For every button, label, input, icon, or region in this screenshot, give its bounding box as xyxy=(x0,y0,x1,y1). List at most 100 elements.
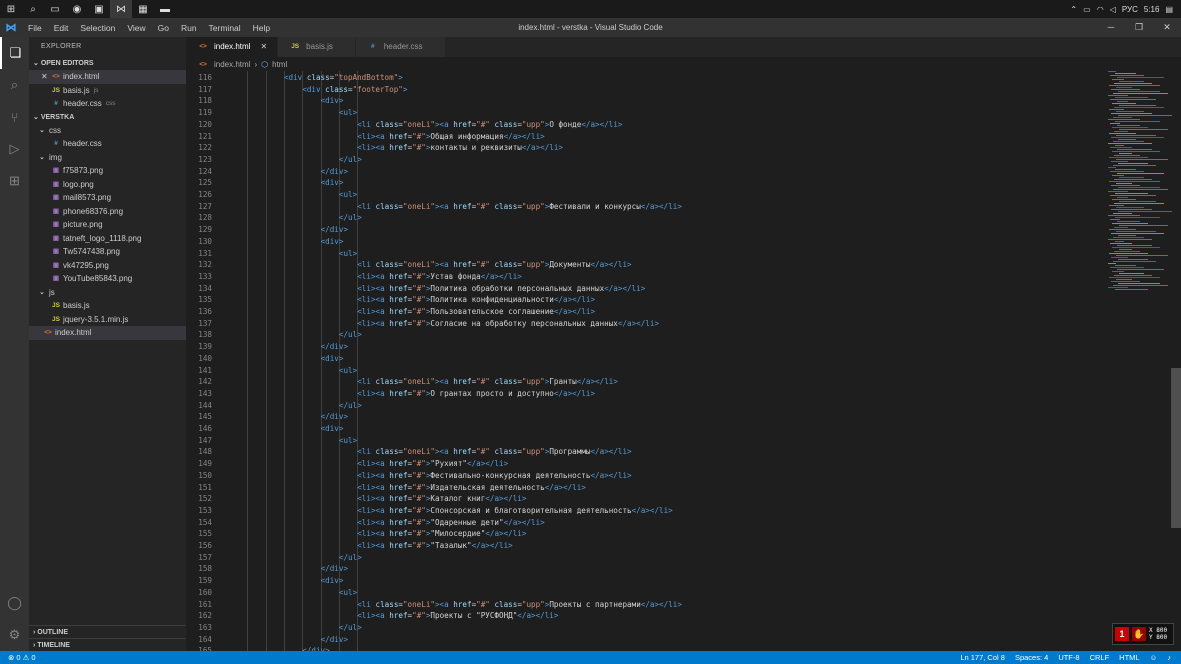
source-control-icon[interactable]: ⑂ xyxy=(0,101,29,133)
restore-icon[interactable]: ❐ xyxy=(1125,18,1153,37)
code-token: </ul> xyxy=(338,330,362,340)
menu-item-selection[interactable]: Selection xyxy=(74,23,121,33)
minimap-line xyxy=(1109,277,1160,278)
menu-item-help[interactable]: Help xyxy=(247,23,276,33)
vscode-icon[interactable]: ⋈ xyxy=(110,0,132,18)
code-token: <div> xyxy=(320,424,344,433)
cursor-position[interactable]: Ln 177, Col 8 xyxy=(960,653,1005,662)
chevron-up-icon[interactable]: ⌃ xyxy=(1070,5,1077,14)
breadcrumb-node[interactable]: html xyxy=(272,60,287,69)
open-editor-item[interactable]: # header.css css xyxy=(29,97,186,111)
minimap-line xyxy=(1112,247,1160,248)
encoding[interactable]: UTF-8 xyxy=(1058,653,1079,662)
extensions-icon[interactable]: ⊞ xyxy=(0,165,29,197)
close-icon[interactable]: ✕ xyxy=(1153,18,1181,37)
open-editor-item[interactable]: ✕ <> index.html xyxy=(29,70,186,84)
gear-icon[interactable]: ⚙ xyxy=(0,619,29,651)
language-indicator[interactable]: РУС xyxy=(1122,5,1138,14)
file-item[interactable]: ▣ mail8573.png xyxy=(29,191,186,205)
wifi-icon[interactable]: ◠ xyxy=(1097,5,1104,14)
run-debug-icon[interactable]: ▷ xyxy=(0,133,29,165)
code-token: href xyxy=(389,283,408,293)
clock[interactable]: 5:16 xyxy=(1144,5,1160,14)
code-token: "oneLi" xyxy=(402,119,435,129)
open-editors-header[interactable]: ⌄ OPEN EDITORS xyxy=(29,57,186,70)
file-item[interactable]: # header.css xyxy=(29,137,186,151)
file-item[interactable]: <> index.html xyxy=(29,326,186,340)
folder-item[interactable]: ⌄ img xyxy=(29,151,186,165)
breadcrumb-file[interactable]: index.html xyxy=(214,60,250,69)
code-token: "#" xyxy=(412,271,426,281)
outline-section[interactable]: › OUTLINE xyxy=(29,625,186,638)
folder-item[interactable]: ⌄ css xyxy=(29,124,186,138)
file-item[interactable]: JS basis.js xyxy=(29,299,186,313)
language-mode[interactable]: HTML xyxy=(1119,653,1139,662)
code-token: <li><a xyxy=(357,307,390,316)
search-icon[interactable]: ⌕ xyxy=(0,69,29,101)
file-name: mail8573.png xyxy=(63,193,112,202)
code-text: <ul> xyxy=(339,107,357,119)
tab-header-css[interactable]: # header.css xyxy=(355,37,446,57)
notification-icon[interactable]: ▤ xyxy=(1165,5,1173,14)
tab-basis-js[interactable]: JS basis.js xyxy=(278,37,356,57)
battery-icon[interactable]: ▭ xyxy=(1083,5,1091,14)
menu-item-view[interactable]: View xyxy=(121,23,151,33)
task-view-icon[interactable]: ▭ xyxy=(44,0,66,18)
file-item[interactable]: ▣ logo.png xyxy=(29,178,186,192)
close-icon[interactable]: ✕ xyxy=(260,37,267,57)
file-item[interactable]: ▣ phone68376.png xyxy=(29,205,186,219)
project-header[interactable]: ⌄ VERSTKA xyxy=(29,111,186,124)
file-item[interactable]: ▣ Tw5747438.png xyxy=(29,245,186,259)
indentation[interactable]: Spaces: 4 xyxy=(1015,653,1048,662)
code-line: 133 <li><a href="#">Устав фонда</a></li> xyxy=(186,271,1106,283)
code-editor[interactable]: 116 <div class="topAndBottom"> 117 <div cla… xyxy=(186,71,1181,651)
line-ending[interactable]: CRLF xyxy=(1090,653,1110,662)
minimap-line xyxy=(1115,193,1148,194)
code-token: "upp" xyxy=(521,201,545,211)
file-item[interactable]: ▣ vk47295.png xyxy=(29,259,186,273)
vertical-scrollbar[interactable] xyxy=(1171,368,1181,528)
minimize-icon[interactable]: ─ xyxy=(1097,18,1125,37)
file-item[interactable]: ▣ picture.png xyxy=(29,218,186,232)
app-icon[interactable]: ▦ xyxy=(132,0,154,18)
file-item[interactable]: ▣ f75873.png xyxy=(29,164,186,178)
code-token: class xyxy=(375,599,399,609)
explorer-sidebar: EXPLORER ⌄ OPEN EDITORS ✕ <> index.html JS b… xyxy=(29,37,186,651)
pycharm-icon[interactable]: ▣ xyxy=(88,0,110,18)
code-token: class xyxy=(494,447,518,457)
menu-item-go[interactable]: Go xyxy=(152,23,175,33)
menu-item-file[interactable]: File xyxy=(22,23,48,33)
tab-index-html[interactable]: <> index.html ✕ xyxy=(186,37,279,57)
file-item[interactable]: ▣ tatneft_logo_1118.png xyxy=(29,232,186,246)
code-text: <div> xyxy=(321,177,344,189)
menu-item-edit[interactable]: Edit xyxy=(48,23,75,33)
bell-icon[interactable]: ♪ xyxy=(1167,653,1171,662)
search-icon[interactable]: ⌕ xyxy=(22,0,44,18)
feedback-icon[interactable]: ☺ xyxy=(1150,653,1158,662)
file-item[interactable]: JS jquery-3.5.1.min.js xyxy=(29,313,186,327)
close-icon[interactable]: ✕ xyxy=(41,70,51,84)
open-editor-item[interactable]: JS basis.js js xyxy=(29,84,186,98)
code-token: </a></li> xyxy=(503,517,545,527)
windows-taskbar: ⊞ ⌕ ▭ ◉ ▣ ⋈ ▦ ▬ ⌃ ▭ ◠ ◁ РУС 5:16 ▤ xyxy=(0,0,1181,18)
minimap[interactable] xyxy=(1104,71,1172,291)
menu-item-terminal[interactable]: Terminal xyxy=(203,23,247,33)
folder-icon[interactable]: ▬ xyxy=(154,0,176,18)
folder-item[interactable]: ⌄ js xyxy=(29,286,186,300)
timeline-section[interactable]: › TIMELINE xyxy=(29,638,186,651)
minimap-line xyxy=(1114,227,1128,228)
chrome-icon[interactable]: ◉ xyxy=(66,0,88,18)
menu-item-run[interactable]: Run xyxy=(175,23,203,33)
problems-indicator[interactable]: ⊗ 0 ⚠ 0 xyxy=(8,653,36,662)
code-token: <div> xyxy=(320,576,344,586)
file-item[interactable]: ▣ YouTube85843.png xyxy=(29,272,186,286)
code-token: </ul> xyxy=(338,622,362,632)
account-icon[interactable]: ◯ xyxy=(0,587,29,619)
explorer-icon[interactable]: ❏ xyxy=(0,37,29,69)
js-file-icon: JS xyxy=(291,43,300,50)
minimap-line xyxy=(1119,105,1156,106)
windows-start-icon[interactable]: ⊞ xyxy=(0,0,22,18)
code-token: href xyxy=(453,260,472,270)
volume-icon[interactable]: ◁ xyxy=(1110,5,1116,14)
code-token: "oneLi" xyxy=(402,447,435,457)
